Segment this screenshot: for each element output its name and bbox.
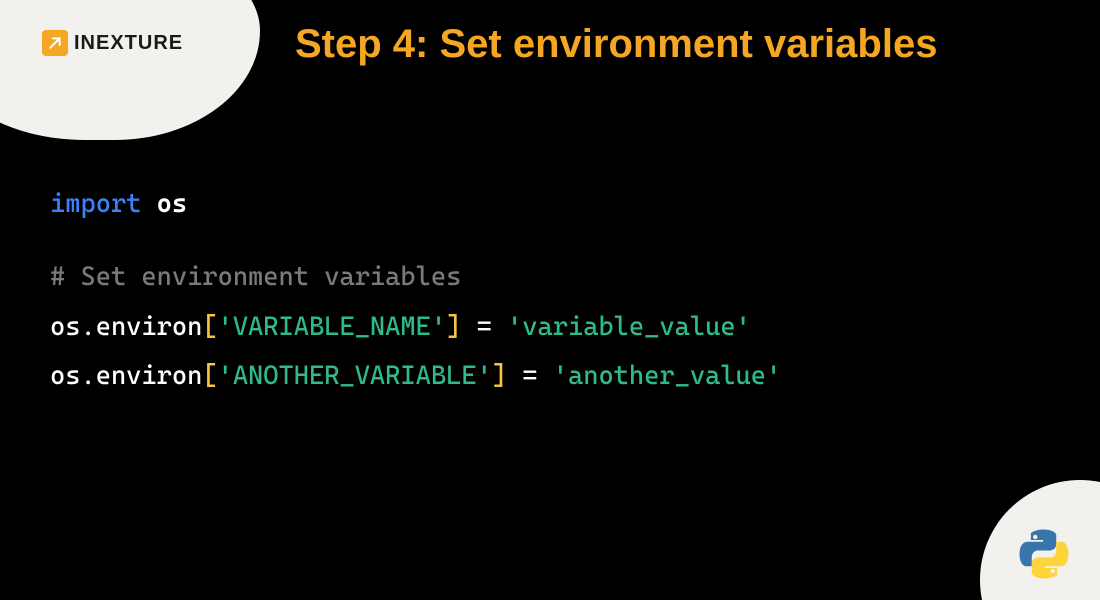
- code-token: 'another_value': [553, 361, 782, 391]
- code-token: 'variable_value': [507, 312, 751, 342]
- code-line: os.environ['VARIABLE_NAME'] = 'variable_…: [50, 303, 781, 352]
- code-token: .: [80, 361, 95, 391]
- code-token: environ: [96, 312, 203, 342]
- code-line: os.environ['ANOTHER_VARIABLE'] = 'anothe…: [50, 352, 781, 401]
- python-icon: [1016, 526, 1072, 582]
- code-token: import: [50, 189, 141, 219]
- code-block: import os # Set environment variables os.e…: [50, 180, 781, 402]
- brand-logo: INEXTURE: [42, 30, 183, 56]
- code-token: [141, 189, 156, 219]
- arrow-up-right-icon: [42, 30, 68, 56]
- slide-heading: Step 4: Set environment variables: [295, 20, 937, 68]
- code-token: os: [50, 361, 80, 391]
- code-line: # Set environment variables: [50, 253, 781, 302]
- code-token: [: [202, 361, 217, 391]
- code-token: os: [157, 189, 187, 219]
- code-token: =: [507, 361, 553, 391]
- code-token: os: [50, 312, 80, 342]
- code-token: environ: [96, 361, 203, 391]
- logo-background-blob: [0, 0, 260, 140]
- code-token: 'ANOTHER_VARIABLE': [218, 361, 492, 391]
- brand-name: INEXTURE: [74, 32, 183, 55]
- code-token: 'VARIABLE_NAME': [218, 312, 447, 342]
- code-token: =: [461, 312, 507, 342]
- code-token: [: [202, 312, 217, 342]
- code-token: .: [80, 312, 95, 342]
- code-token: # Set environment variables: [50, 262, 461, 292]
- code-line: [50, 229, 781, 253]
- code-token: ]: [492, 361, 507, 391]
- code-token: ]: [446, 312, 461, 342]
- code-line: import os: [50, 180, 781, 229]
